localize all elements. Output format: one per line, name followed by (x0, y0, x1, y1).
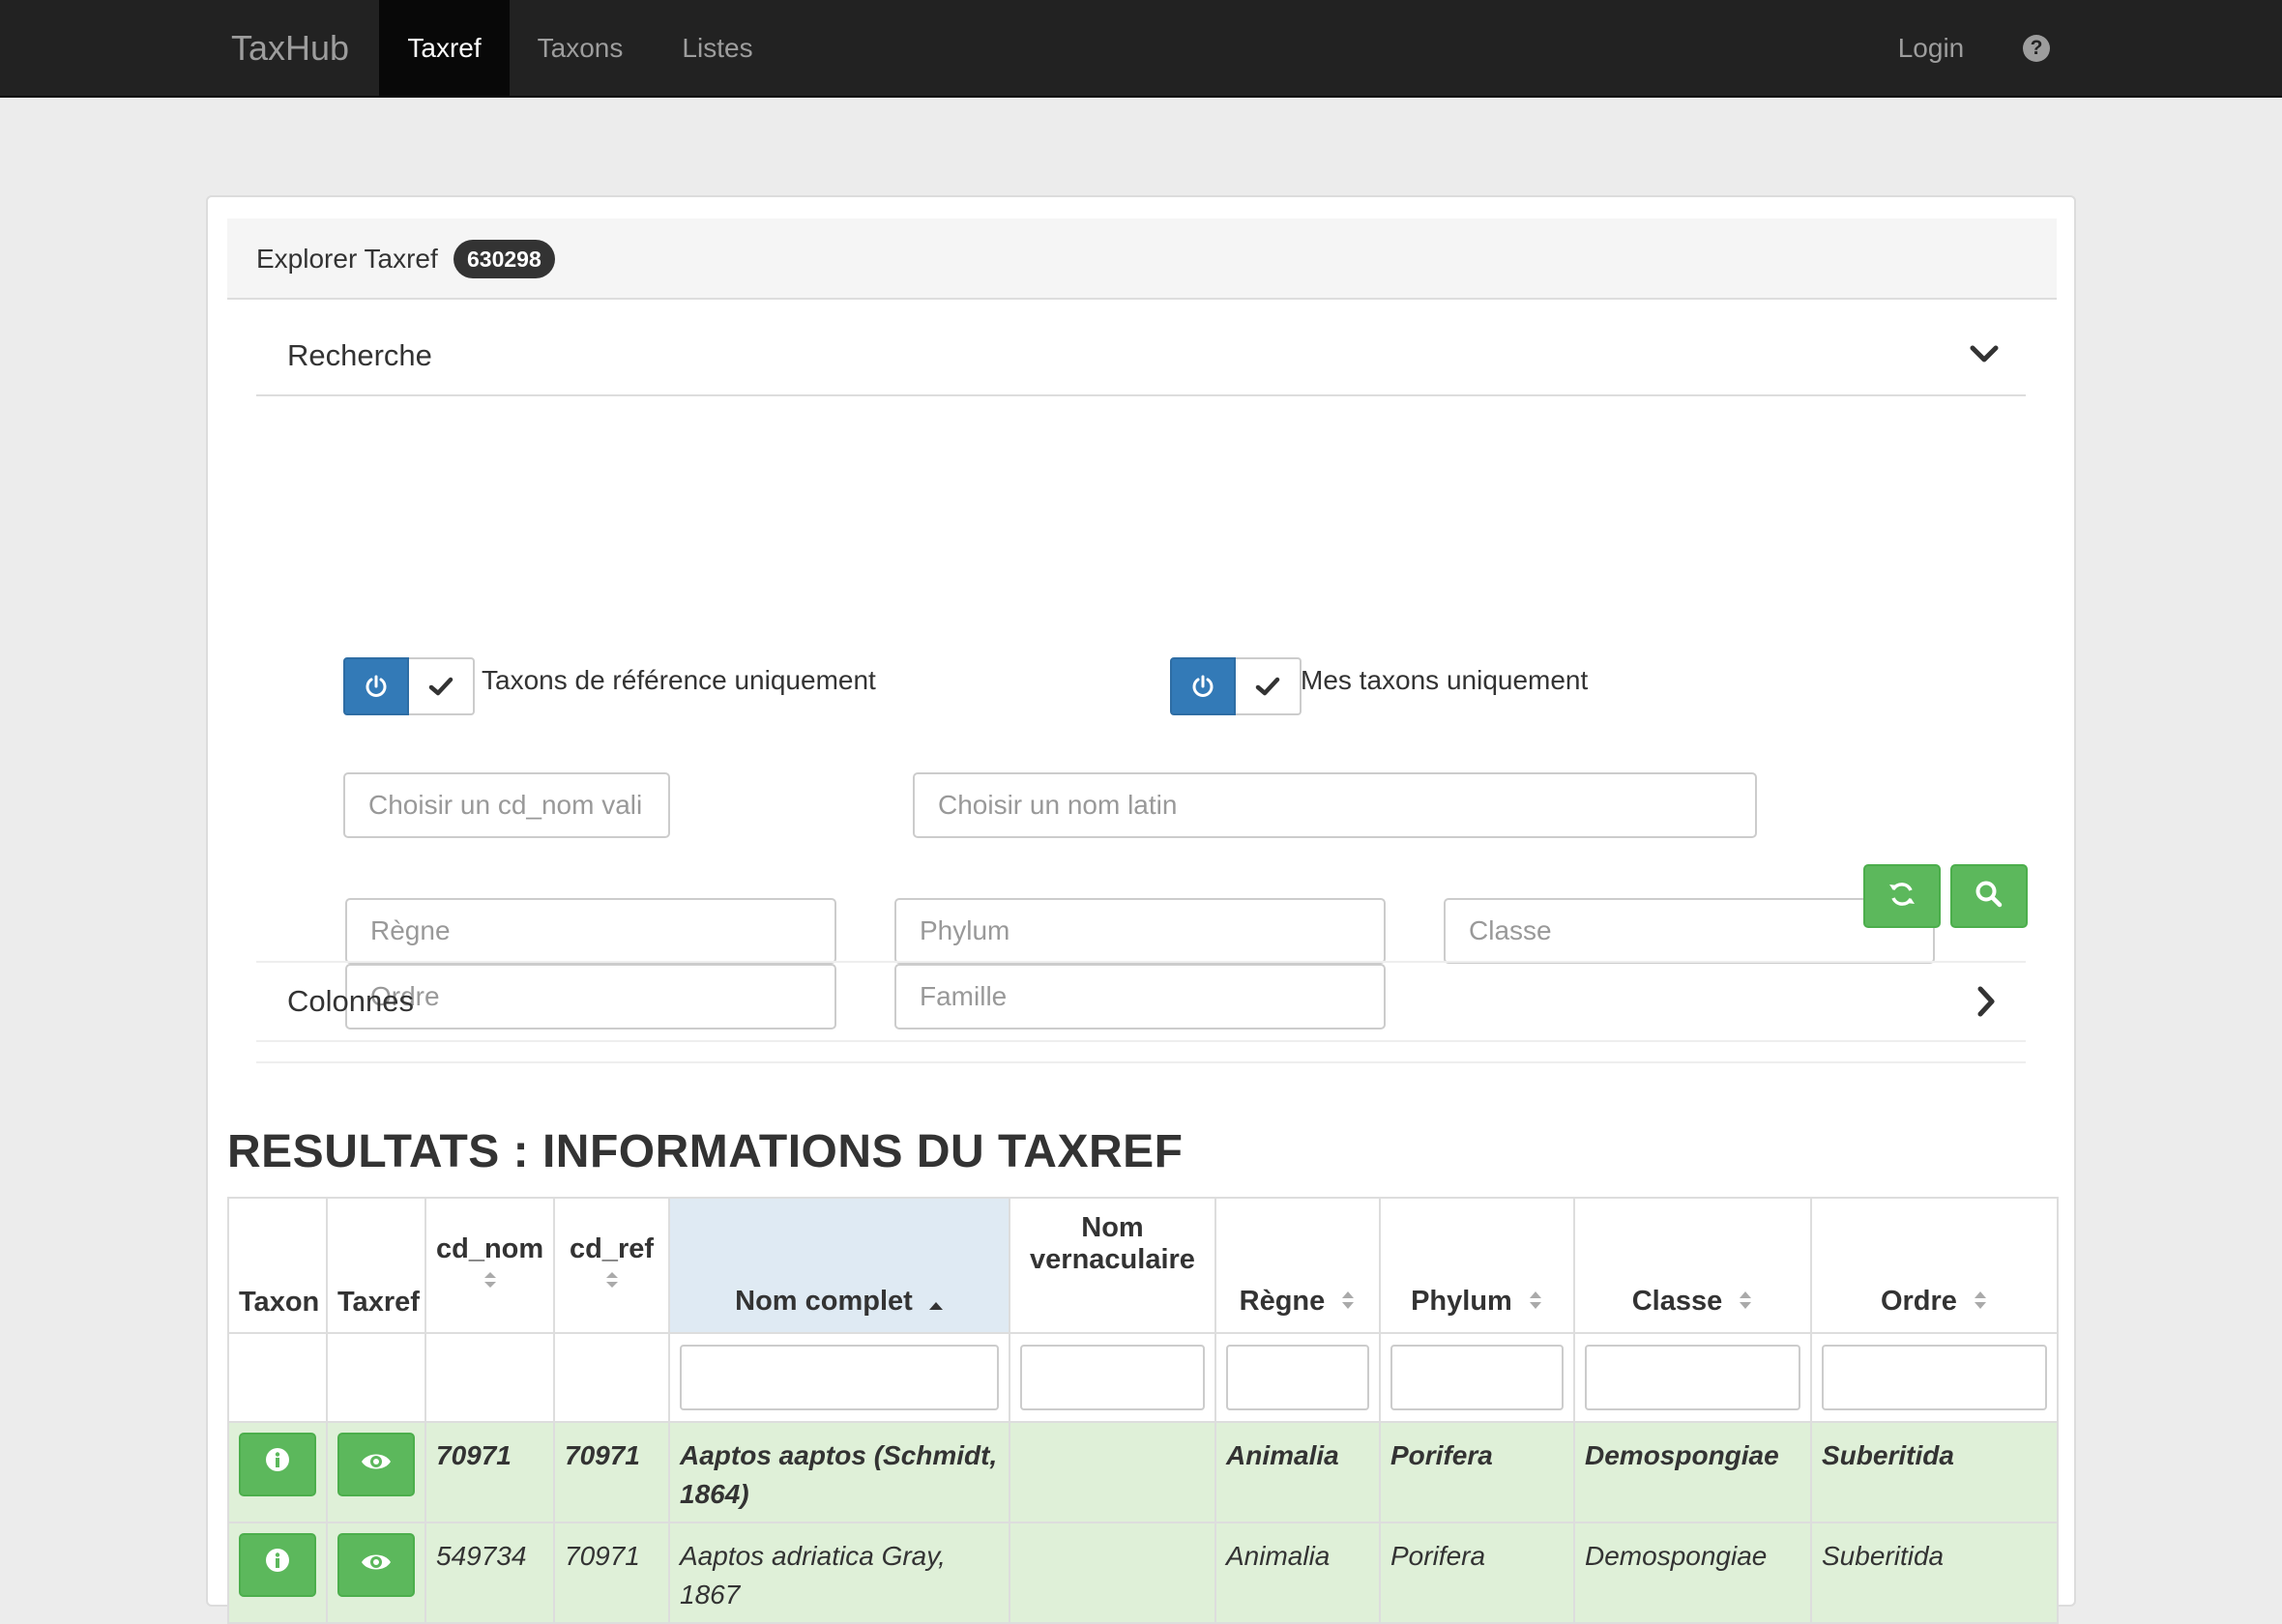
panel-title: Explorer Taxref (256, 244, 438, 274)
cell-ordre: Suberitida (1810, 1421, 2059, 1523)
phylum-input[interactable] (894, 898, 1386, 964)
cell-regne: Animalia (1214, 1522, 1381, 1624)
chevron-right-icon[interactable] (1975, 986, 1997, 1022)
info-icon (264, 1445, 291, 1484)
eye-icon (360, 1546, 393, 1584)
regne-input[interactable] (345, 898, 836, 964)
nom-latin-input[interactable] (913, 772, 1757, 838)
question-circle-icon[interactable]: ? (2023, 35, 2050, 62)
cell-phylum: Porifera (1379, 1421, 1575, 1523)
col-header-nom-complet[interactable]: Nom complet (668, 1197, 1010, 1334)
columns-section-header[interactable]: Colonnes (256, 961, 2026, 1042)
cd-nom-input[interactable] (343, 772, 670, 838)
cell-ordre: Suberitida (1810, 1522, 2059, 1624)
search-footer-divider (256, 1061, 2026, 1063)
cell-classe: Demospongiae (1573, 1421, 1812, 1523)
table-header-row: Taxon Taxref cd_nom cd_ref Nom complet N… (227, 1197, 2059, 1334)
panel-header: Explorer Taxref 630298 (227, 218, 2057, 300)
search-button[interactable] (1950, 864, 2028, 928)
cell-regne: Animalia (1214, 1421, 1381, 1523)
eye-icon (360, 1445, 393, 1484)
cell-nom-complet: Aaptos adriatica Gray, 1867 (668, 1522, 1010, 1624)
toggle-my-taxa-label: Mes taxons uniquement (1301, 665, 1589, 695)
sort-icon[interactable] (1973, 1287, 1988, 1319)
filter-regne-input[interactable] (1226, 1345, 1369, 1410)
sort-icon[interactable] (483, 1265, 498, 1296)
cell-cd-nom: 70971 (424, 1421, 555, 1523)
toggle-my-taxa[interactable] (1170, 657, 1302, 715)
cell-nom-complet: Aaptos aaptos (Schmidt, 1864) (668, 1421, 1010, 1523)
count-badge: 630298 (453, 240, 555, 278)
check-icon[interactable] (409, 657, 475, 715)
filter-phylum-input[interactable] (1390, 1345, 1564, 1410)
toggle-reference-label: Taxons de référence uniquement (482, 665, 876, 695)
filter-nom-complet-input[interactable] (680, 1345, 999, 1410)
columns-section-title: Colonnes (287, 984, 414, 1018)
table-row[interactable]: 70971 70971 Aaptos aaptos (Schmidt, 1864… (227, 1421, 2059, 1523)
nav-login[interactable]: Login (1878, 0, 1984, 97)
col-header-cd-nom[interactable]: cd_nom (424, 1197, 555, 1334)
nav-taxref[interactable]: Taxref (379, 0, 510, 97)
results-title: RESULTATS : INFORMATIONS DU TAXREF (227, 1126, 1184, 1177)
filter-cell-empty (553, 1332, 670, 1423)
power-icon[interactable] (1170, 657, 1236, 715)
filter-cell-empty (326, 1332, 426, 1423)
toggle-reference-taxa[interactable] (343, 657, 475, 715)
table-row[interactable]: 549734 70971 Aaptos adriatica Gray, 1867… (227, 1522, 2059, 1624)
info-button[interactable] (239, 1433, 316, 1496)
cell-cd-ref: 70971 (553, 1421, 670, 1523)
col-header-nom-vernaculaire[interactable]: Nom vernaculaire (1009, 1197, 1216, 1334)
filter-classe-input[interactable] (1585, 1345, 1800, 1410)
col-header-taxon: Taxon (227, 1197, 328, 1334)
navbar: TaxHub Taxref Taxons Listes Login ? (0, 0, 2282, 98)
col-header-classe[interactable]: Classe (1573, 1197, 1812, 1334)
cell-classe: Demospongiae (1573, 1522, 1812, 1624)
col-header-regne[interactable]: Règne (1214, 1197, 1381, 1334)
col-header-cd-ref[interactable]: cd_ref (553, 1197, 670, 1334)
col-header-ordre[interactable]: Ordre (1810, 1197, 2059, 1334)
col-header-phylum[interactable]: Phylum (1379, 1197, 1575, 1334)
chevron-down-icon[interactable] (1970, 342, 1999, 370)
power-icon[interactable] (343, 657, 409, 715)
search-section-header[interactable]: Recherche (256, 315, 2026, 396)
filter-row (227, 1332, 2059, 1423)
cell-nom-vernaculaire (1009, 1522, 1216, 1624)
search-section-title: Recherche (287, 338, 432, 372)
cell-nom-vernaculaire (1009, 1421, 1216, 1523)
refresh-icon (1887, 880, 1916, 914)
cell-phylum: Porifera (1379, 1522, 1575, 1624)
col-header-taxref: Taxref (326, 1197, 426, 1334)
taxref-panel: Explorer Taxref 630298 Recherche Taxons … (206, 195, 2076, 1624)
brand-logo[interactable]: TaxHub (231, 0, 349, 98)
sort-asc-icon[interactable] (928, 1287, 944, 1319)
view-taxref-button[interactable] (337, 1433, 415, 1496)
filter-ordre-input[interactable] (1822, 1345, 2047, 1410)
filter-nom-vernaculaire-input[interactable] (1020, 1345, 1205, 1410)
filter-cell-empty (227, 1332, 328, 1423)
check-icon[interactable] (1236, 657, 1302, 715)
info-button[interactable] (239, 1533, 316, 1597)
classe-input[interactable] (1444, 898, 1935, 964)
view-taxref-button[interactable] (337, 1533, 415, 1597)
results-table: Taxon Taxref cd_nom cd_ref Nom complet N… (227, 1197, 2059, 1624)
nav-taxons[interactable]: Taxons (518, 0, 642, 97)
cell-cd-ref: 70971 (553, 1522, 670, 1624)
info-icon (264, 1546, 291, 1584)
sort-icon[interactable] (1340, 1287, 1356, 1319)
filter-cell-empty (424, 1332, 555, 1423)
search-icon (1975, 880, 2004, 914)
nav-listes[interactable]: Listes (656, 0, 779, 97)
search-form: Taxons de référence uniquement Mes taxon… (256, 398, 2026, 1063)
cell-cd-nom: 549734 (424, 1522, 555, 1624)
sort-icon[interactable] (1528, 1287, 1543, 1319)
sort-icon[interactable] (1738, 1287, 1753, 1319)
reset-button[interactable] (1863, 864, 1941, 928)
sort-icon[interactable] (604, 1265, 620, 1296)
